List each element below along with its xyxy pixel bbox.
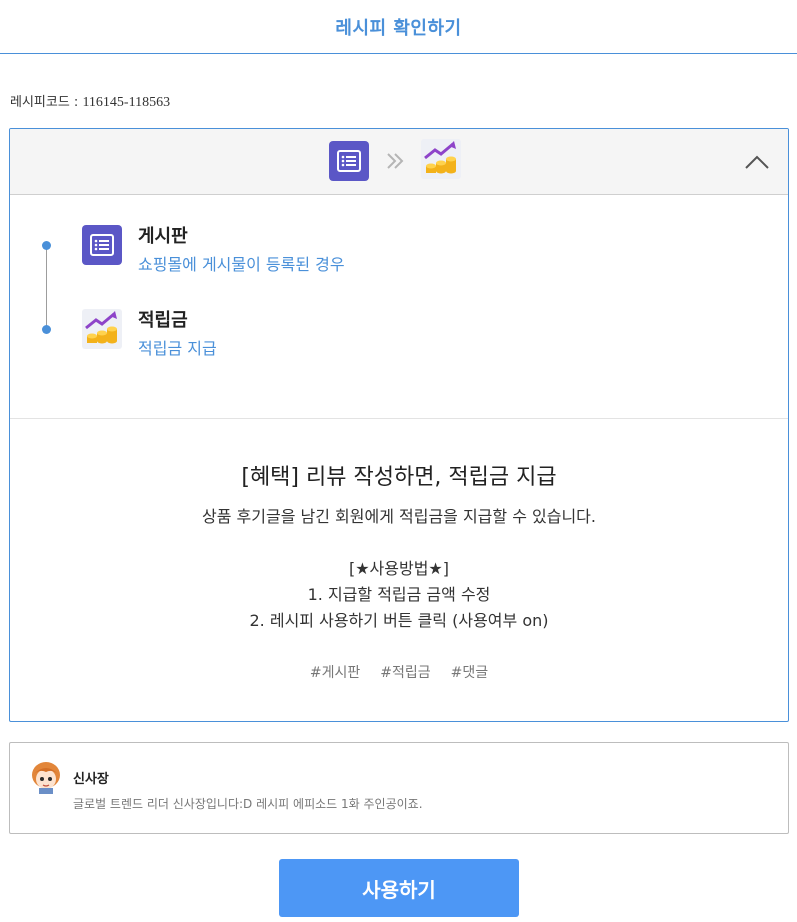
page-header: 레시피 확인하기 bbox=[0, 0, 797, 54]
step-title: 게시판 bbox=[138, 226, 188, 247]
description-line: 2. 레시피 사용하기 버튼 클릭 (사용여부 on) bbox=[249, 611, 549, 630]
description-line: 상품 후기글을 남긴 회원에게 적립금을 지급할 수 있습니다. bbox=[202, 507, 596, 526]
recipe-code-value: 116145-118563 bbox=[82, 95, 171, 110]
timeline-dot bbox=[42, 241, 51, 250]
use-recipe-button[interactable]: 사용하기 bbox=[279, 859, 519, 917]
chevron-up-icon[interactable] bbox=[744, 149, 770, 175]
page-title: 레시피 확인하기 bbox=[335, 17, 462, 39]
board-list-icon bbox=[329, 141, 369, 181]
recipe-flow bbox=[329, 139, 461, 183]
author-name: 신사장 bbox=[73, 772, 109, 787]
step-description: 적립금 지급 bbox=[138, 339, 217, 358]
step-title: 적립금 bbox=[138, 310, 188, 331]
timeline-line bbox=[46, 245, 47, 329]
step-description: 쇼핑몰에 게시물이 등록된 경우 bbox=[138, 255, 345, 274]
tag[interactable]: #댓글 bbox=[451, 662, 489, 682]
tag[interactable]: #적립금 bbox=[380, 662, 430, 682]
description-line: 1. 지급할 적립금 금액 수정 bbox=[307, 585, 491, 604]
tag[interactable]: #게시판 bbox=[310, 662, 360, 682]
author-bio: 글로벌 트렌드 리더 신사장입니다:D 레시피 에피소드 1화 주인공이죠. bbox=[73, 797, 423, 811]
timeline-dot bbox=[42, 325, 51, 334]
recipe-flow-header bbox=[10, 129, 788, 195]
recipe-code: 레시피코드 : 116145-118563 bbox=[10, 91, 170, 111]
avatar bbox=[30, 760, 62, 794]
double-chevron-right-icon bbox=[380, 151, 410, 171]
coins-growth-icon bbox=[421, 139, 461, 183]
recipe-steps: 게시판 쇼핑몰에 게시물이 등록된 경우 적립금 적립금 지급 bbox=[10, 195, 788, 419]
recipe-code-label: 레시피코드 : bbox=[10, 95, 83, 110]
description-body: 상품 후기글을 남긴 회원에게 적립금을 지급할 수 있습니다. [★사용방법★… bbox=[10, 504, 788, 634]
recipe-description: [혜택] 리뷰 작성하면, 적립금 지급 상품 후기글을 남긴 회원에게 적립금… bbox=[10, 419, 788, 721]
tag-list: #게시판 #적립금 #댓글 bbox=[10, 662, 788, 682]
author-card: 신사장 글로벌 트렌드 리더 신사장입니다:D 레시피 에피소드 1화 주인공이… bbox=[9, 742, 789, 834]
board-list-icon bbox=[82, 225, 122, 265]
coins-growth-icon bbox=[82, 309, 122, 349]
description-title: [혜택] 리뷰 작성하면, 적립금 지급 bbox=[241, 465, 557, 490]
recipe-card: 게시판 쇼핑몰에 게시물이 등록된 경우 적립금 적립금 지급 [혜택] 리뷰 … bbox=[9, 128, 789, 722]
description-line: [★사용방법★] bbox=[348, 559, 450, 578]
